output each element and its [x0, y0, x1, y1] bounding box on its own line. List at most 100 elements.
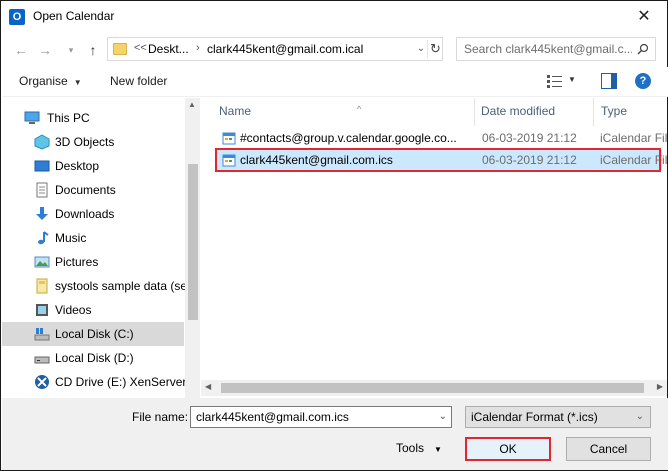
- nav-item-documents[interactable]: Documents: [2, 178, 184, 202]
- nav-pane-scroll-thumb[interactable]: [188, 164, 198, 320]
- column-divider[interactable]: [593, 98, 594, 126]
- scroll-left-icon[interactable]: ◀: [205, 382, 211, 391]
- breadcrumb-overflow[interactable]: <<: [134, 42, 147, 54]
- nav-item-this-pc[interactable]: This PC: [2, 106, 184, 130]
- command-toolbar: Organise ▼ New folder ▼ ?: [2, 67, 668, 97]
- nav-item-local-disk-c[interactable]: Local Disk (C:): [2, 322, 184, 346]
- nav-item-downloads[interactable]: Downloads: [2, 202, 184, 226]
- file-row[interactable]: #contacts@group.v.calendar.google.co... …: [216, 128, 667, 148]
- breadcrumb-current-folder[interactable]: clark445kent@gmail.com.ical: [207, 42, 363, 56]
- scroll-up-icon[interactable]: ▲: [188, 100, 196, 109]
- file-type-filter-select[interactable]: iCalendar Format (*.ics) ⌄: [465, 406, 651, 428]
- recent-locations-button[interactable]: ▾: [61, 40, 81, 60]
- navigation-pane: This PC 3D Objects Desktop Documents Dow…: [2, 98, 200, 398]
- chevron-down-icon: ▼: [73, 78, 82, 87]
- nav-label: 3D Objects: [55, 135, 115, 149]
- nav-label: CD Drive (E:) XenServer T: [55, 375, 197, 389]
- help-icon[interactable]: ?: [635, 73, 651, 89]
- title-bar: O Open Calendar ✕: [1, 1, 667, 32]
- nav-label: Music: [55, 231, 87, 245]
- nav-label: Downloads: [55, 207, 115, 221]
- cd-drive-icon: [35, 375, 49, 389]
- nav-item-desktop[interactable]: Desktop: [2, 154, 184, 178]
- chevron-down-icon: ⌄: [635, 411, 644, 422]
- view-options-chevron-icon[interactable]: ▼: [568, 75, 576, 84]
- window-title: Open Calendar: [33, 9, 115, 23]
- file-name-input[interactable]: clark445kent@gmail.com.ics ⌄: [190, 406, 452, 428]
- new-folder-button[interactable]: New folder: [110, 74, 167, 88]
- local-disk-icon: [34, 356, 50, 364]
- file-list-horizontal-scrollbar[interactable]: ◀ ▶: [201, 380, 667, 396]
- folder-icon: [113, 43, 127, 55]
- music-icon: [38, 231, 49, 245]
- cancel-button[interactable]: Cancel: [566, 437, 651, 461]
- file-date: 06-03-2019 21:12: [482, 131, 577, 145]
- nav-label: Desktop: [55, 159, 100, 173]
- change-view-icon[interactable]: [546, 73, 564, 89]
- nav-item-3d-objects[interactable]: 3D Objects: [2, 130, 184, 154]
- nav-label: Videos: [55, 303, 92, 317]
- nav-item-pictures[interactable]: Pictures: [2, 250, 184, 274]
- chevron-down-icon[interactable]: ⌄: [439, 411, 447, 422]
- column-header-name[interactable]: Name ^: [219, 98, 474, 126]
- column-type-label: Type: [601, 104, 628, 118]
- close-button[interactable]: ✕: [631, 6, 657, 28]
- column-divider[interactable]: [474, 98, 475, 126]
- address-dropdown-button[interactable]: ⌄: [414, 41, 428, 57]
- tools-label: Tools: [396, 441, 425, 455]
- nav-item-cd-drive-e[interactable]: CD Drive (E:) XenServer T: [2, 370, 197, 394]
- organise-label: Organise: [19, 74, 68, 88]
- videos-icon: [36, 304, 48, 316]
- tools-menu[interactable]: Tools ▼: [396, 441, 442, 455]
- column-name-label: Name: [219, 104, 252, 118]
- local-disk-icon: [34, 328, 50, 341]
- nav-label: Pictures: [55, 255, 99, 269]
- refresh-button[interactable]: ↻: [427, 40, 443, 58]
- nav-label: This PC: [47, 111, 90, 125]
- preview-pane-icon[interactable]: [601, 73, 617, 89]
- file-name-value: clark445kent@gmail.com.ics: [196, 410, 349, 424]
- horizontal-scroll-thumb[interactable]: [221, 383, 644, 393]
- column-header-date-modified[interactable]: Date modified: [481, 98, 593, 126]
- organise-menu[interactable]: Organise ▼: [19, 74, 82, 88]
- scroll-right-icon[interactable]: ▶: [657, 382, 663, 391]
- column-date-label: Date modified: [481, 104, 556, 118]
- this-pc-icon: [24, 111, 40, 124]
- nav-item-systools-sample-data[interactable]: systools sample data (se: [2, 274, 188, 298]
- dialog-footer: File name: clark445kent@gmail.com.ics ⌄ …: [2, 398, 668, 470]
- folder-icon: [36, 278, 48, 294]
- 3d-objects-icon: [34, 134, 50, 150]
- highlight-annotation-box: [215, 148, 661, 172]
- sort-ascending-icon: ^: [357, 104, 362, 114]
- chevron-down-icon: ▼: [434, 445, 442, 454]
- documents-icon: [36, 182, 48, 198]
- file-name: #contacts@group.v.calendar.google.co...: [240, 131, 457, 145]
- nav-label: Local Disk (D:): [55, 351, 134, 365]
- file-type-filter-value: iCalendar Format (*.ics): [471, 410, 598, 424]
- up-button[interactable]: ↑: [83, 40, 103, 60]
- nav-item-music[interactable]: Music: [2, 226, 184, 250]
- breadcrumb-desktop[interactable]: Deskt...: [148, 42, 189, 56]
- nav-label: Documents: [55, 183, 116, 197]
- nav-item-videos[interactable]: Videos: [2, 298, 184, 322]
- back-button[interactable]: ←: [11, 40, 31, 60]
- open-calendar-dialog: O Open Calendar ✕ ← → ▾ ↑ << Deskt... › …: [0, 0, 668, 471]
- breadcrumb-separator-icon: ›: [196, 42, 200, 54]
- nav-item-local-disk-d[interactable]: Local Disk (D:): [2, 346, 184, 370]
- nav-label: systools sample data (se: [55, 279, 188, 293]
- icalendar-file-icon: [222, 132, 236, 145]
- search-input[interactable]: Search clark445kent@gmail.c...: [456, 37, 656, 61]
- forward-button[interactable]: →: [35, 40, 55, 60]
- ok-button[interactable]: OK: [465, 437, 551, 461]
- outlook-app-icon: O: [9, 9, 25, 25]
- downloads-icon: [36, 207, 48, 220]
- file-name-label: File name:: [132, 410, 189, 424]
- column-header-type[interactable]: Type: [601, 98, 667, 126]
- pictures-icon: [34, 256, 50, 268]
- file-list: Name ^ Date modified Type #contacts@grou…: [201, 98, 667, 398]
- address-bar[interactable]: << Deskt... › clark445kent@gmail.com.ica…: [107, 37, 443, 61]
- nav-pane-scrollbar[interactable]: ▲: [185, 98, 200, 398]
- nav-label: Local Disk (C:): [55, 327, 134, 341]
- desktop-icon: [34, 160, 50, 172]
- search-placeholder: Search clark445kent@gmail.c...: [464, 42, 632, 56]
